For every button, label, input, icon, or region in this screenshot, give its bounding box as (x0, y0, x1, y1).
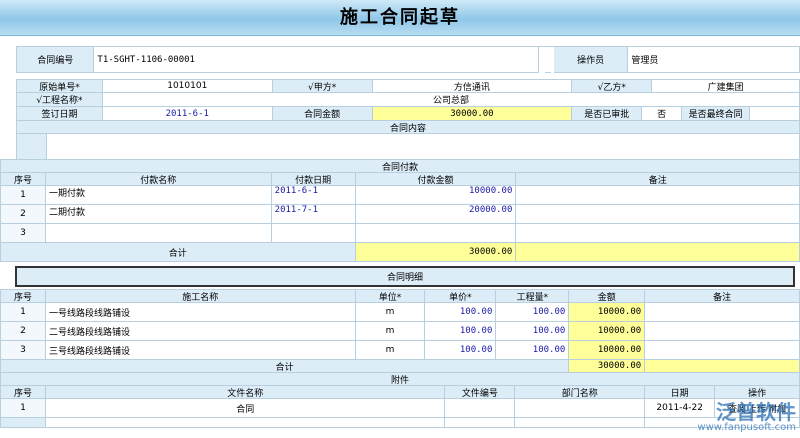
payment-name-field[interactable]: 一期付款 (45, 186, 272, 205)
party-a-label[interactable]: √甲方* (272, 80, 373, 93)
payment-col-date: 付款日期 (271, 173, 356, 186)
final-label: 是否最终合同 (682, 107, 751, 121)
payment-col-amount: 付款金额 (355, 173, 517, 186)
detail-note-field[interactable] (645, 303, 800, 322)
detail-amount-field: 10000.00 (569, 341, 646, 360)
party-b-label[interactable]: √乙方* (572, 80, 653, 93)
payment-note-field[interactable] (516, 205, 800, 224)
page-title: 施工合同起草 (0, 0, 800, 36)
payment-section-header: 合同付款 (1, 160, 800, 173)
attachment-section-header: 附件 (1, 373, 800, 386)
payment-note-field[interactable] (516, 224, 800, 243)
detail-price-field[interactable]: 100.00 (425, 303, 497, 322)
approved-field[interactable]: 否 (642, 107, 683, 121)
attachment-col-code: 文件编号 (445, 386, 516, 399)
content-textarea[interactable] (46, 134, 800, 160)
detail-qty-field[interactable]: 100.00 (496, 322, 570, 341)
table-row-no: 2 (1, 322, 46, 341)
payment-date-field[interactable]: 2011-7-1 (271, 205, 356, 224)
detail-amount-field: 10000.00 (569, 303, 646, 322)
payment-amount-field[interactable]: 10000.00 (355, 186, 517, 205)
detail-col-name: 施工名称 (45, 290, 356, 303)
detail-price-field[interactable]: 100.00 (425, 341, 497, 360)
table-row-no: 1 (1, 399, 46, 418)
detail-unit-field[interactable]: m (355, 341, 426, 360)
payment-total-label: 合计 (1, 243, 356, 262)
amount-field[interactable]: 30000.00 (372, 107, 573, 121)
watermark-url: www.fanpusoft.com (697, 422, 796, 433)
detail-total-label: 合计 (1, 360, 570, 373)
detail-col-amount: 金额 (569, 290, 646, 303)
detail-col-qty: 工程量* (496, 290, 570, 303)
detail-amount-field: 10000.00 (569, 322, 646, 341)
attachment-col-ops: 操作 (715, 386, 800, 399)
payment-note-field[interactable] (516, 186, 800, 205)
detail-qty-field[interactable]: 100.00 (496, 341, 570, 360)
attachment-name-field[interactable]: 合同 (45, 399, 446, 418)
detail-price-field[interactable]: 100.00 (425, 322, 497, 341)
attachment-dept-field[interactable] (515, 399, 646, 418)
amount-label: 合同金额 (272, 107, 373, 121)
detail-total-value: 30000.00 (569, 360, 646, 373)
detail-name-field[interactable]: 二号线路段线路铺设 (45, 322, 356, 341)
payment-amount-field[interactable] (355, 224, 517, 243)
attachment-col-dept: 部门名称 (515, 386, 646, 399)
contract-no-field[interactable]: T1-SGHT-1106-00001 (94, 47, 539, 73)
content-section-header: 合同内容 (17, 121, 800, 134)
table-row-no: 1 (1, 303, 46, 322)
payment-date-field[interactable] (271, 224, 356, 243)
brand-watermark: 泛普软件 www.fanpusoft.com (676, 402, 796, 436)
payment-col-no: 序号 (1, 173, 46, 186)
detail-qty-field[interactable]: 100.00 (496, 303, 570, 322)
payment-table: 合同付款 序号 付款名称 付款日期 付款金额 备注 1 一期付款 2011-6-… (0, 159, 800, 262)
attachment-col-name: 文件名称 (45, 386, 446, 399)
payment-total-value: 30000.00 (355, 243, 517, 262)
detail-note-field[interactable] (645, 322, 800, 341)
sign-date-label: 签订日期 (17, 107, 103, 121)
payment-date-field[interactable]: 2011-6-1 (271, 186, 356, 205)
sign-date-field[interactable]: 2011-6-1 (102, 107, 273, 121)
project-field[interactable]: 公司总部 (102, 93, 800, 107)
contract-form: 合同编号 T1-SGHT-1106-00001 操作员 管理员 (16, 46, 800, 73)
watermark-text: 泛普软件 (716, 400, 796, 424)
party-a-field[interactable]: 方信通讯 (372, 80, 573, 93)
party-b-field[interactable]: 广建集团 (652, 80, 800, 93)
attachment-code-field[interactable] (445, 399, 516, 418)
detail-unit-field[interactable]: m (355, 303, 426, 322)
detail-section-header: 合同明细 (15, 266, 795, 287)
detail-name-field[interactable]: 三号线路段线路铺设 (45, 341, 356, 360)
detail-col-price: 单价* (425, 290, 497, 303)
payment-name-field[interactable] (45, 224, 272, 243)
payment-amount-field[interactable]: 20000.00 (355, 205, 517, 224)
operator-label: 操作员 (553, 47, 629, 73)
table-row-no: 1 (1, 186, 46, 205)
detail-col-note: 备注 (645, 290, 800, 303)
attachment-col-no: 序号 (1, 386, 46, 399)
table-row-no: 3 (1, 341, 46, 360)
project-label[interactable]: √工程名称* (17, 93, 103, 107)
orig-no-label: 原始单号* (17, 80, 103, 93)
payment-name-field[interactable]: 二期付款 (45, 205, 272, 224)
contract-no-label: 合同编号 (17, 47, 95, 73)
detail-name-field[interactable]: 一号线路段线路铺设 (45, 303, 356, 322)
approved-label: 是否已审批 (572, 107, 643, 121)
detail-unit-field[interactable]: m (355, 322, 426, 341)
payment-col-note: 备注 (516, 173, 800, 186)
detail-col-unit: 单位* (355, 290, 426, 303)
table-row-no: 2 (1, 205, 46, 224)
orig-no-field[interactable]: 1010101 (102, 80, 273, 93)
detail-col-no: 序号 (1, 290, 46, 303)
detail-note-field[interactable] (645, 341, 800, 360)
payment-col-name: 付款名称 (45, 173, 272, 186)
final-field[interactable] (750, 107, 800, 121)
table-row-no: 3 (1, 224, 46, 243)
attachment-col-date: 日期 (645, 386, 716, 399)
operator-field[interactable]: 管理员 (628, 47, 800, 73)
